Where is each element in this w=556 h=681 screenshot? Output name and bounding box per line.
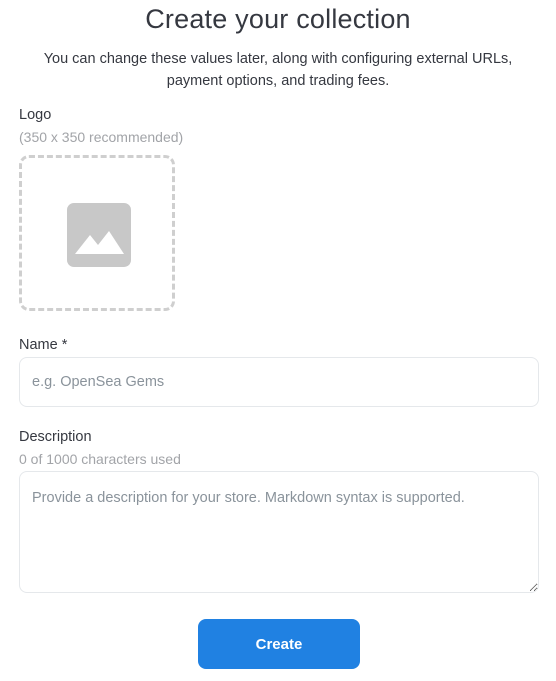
logo-size-hint: (350 x 350 recommended) [19, 129, 184, 145]
name-label: Name * [19, 337, 68, 353]
create-button[interactable]: Create [198, 619, 360, 669]
name-input[interactable] [19, 357, 539, 407]
logo-upload-dropzone[interactable] [19, 155, 175, 311]
logo-label: Logo [19, 107, 52, 123]
image-placeholder-icon [67, 203, 131, 267]
description-char-counter: 0 of 1000 characters used [19, 451, 181, 467]
page-title: Create your collection [145, 4, 411, 34]
description-textarea[interactable] [19, 471, 539, 593]
page-subtitle: You can change these values later, along… [43, 51, 513, 89]
description-label: Description [19, 429, 92, 445]
